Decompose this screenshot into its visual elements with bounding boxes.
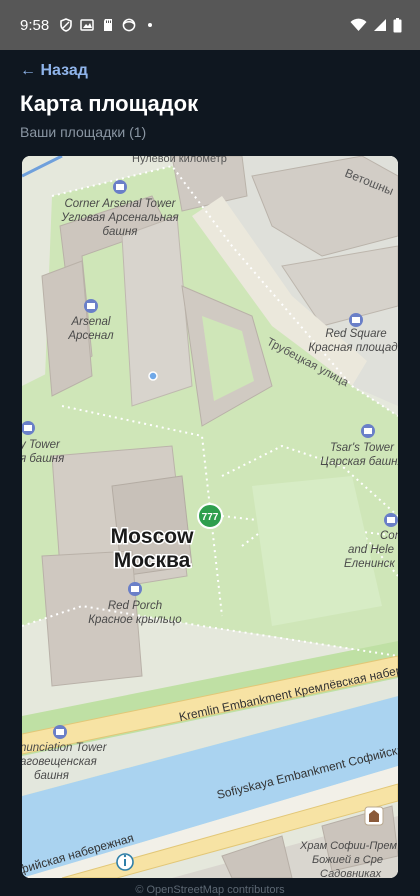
location-dot	[148, 371, 158, 381]
map-label-arsenal-ru: Арсенал	[67, 330, 114, 342]
camera-icon-annunciation[interactable]	[53, 725, 67, 739]
camera-icon-red-square[interactable]	[349, 313, 363, 327]
map-label-arsenal-en: Arsenal	[71, 316, 111, 328]
signal-icon	[374, 19, 386, 31]
shield-icon	[60, 18, 73, 32]
map-label-red-porch-en: Red Porch	[108, 600, 162, 612]
map-label-church-3: Садовниках	[320, 868, 382, 878]
page-subtitle: Ваши площадки (1)	[20, 124, 147, 140]
church-icon[interactable]	[364, 806, 384, 826]
map-label-tower-left-en: y Tower	[22, 439, 61, 451]
map-label-red-square-en: Red Square	[325, 328, 386, 340]
camera-icon-corner-arsenal[interactable]	[113, 180, 127, 194]
map-canvas[interactable]: Нулевой километр Ветошны Corner Arsenal …	[22, 156, 398, 878]
map-label-constantine-2: and Hele	[348, 544, 394, 556]
sd-card-icon	[104, 19, 113, 31]
image-icon	[80, 19, 94, 31]
map-label-corner-arsenal-ru2: башня	[103, 226, 138, 238]
camera-icon-tsars-tower[interactable]	[361, 424, 375, 438]
back-label: ← Назад	[20, 62, 88, 79]
map-label-corner-arsenal-ru1: Угловая Арсенальная	[60, 212, 178, 224]
camera-icon-arsenal[interactable]	[84, 299, 98, 313]
map-label-red-square-ru: Красная площадь	[308, 342, 398, 354]
wifi-icon	[350, 18, 367, 31]
map-label-red-porch-ru: Красное крыльцо	[88, 614, 182, 626]
map-label-nulevoy: Нулевой километр	[132, 156, 227, 165]
venue-marker[interactable]: 777	[197, 503, 223, 529]
camera-icon-constantine[interactable]	[384, 513, 398, 527]
map-label-annunciation-ru2: башня	[34, 770, 69, 782]
map-view[interactable]: Нулевой километр Ветошны Corner Arsenal …	[22, 156, 398, 878]
map-label-moscow-ru: Москва	[114, 549, 191, 572]
status-icons-right	[350, 17, 402, 33]
map-label-church-1: Храм Софии-Прем	[299, 840, 397, 852]
info-icon[interactable]	[116, 853, 134, 871]
map-label-annunciation-en: nunciation Tower	[22, 742, 108, 754]
dot-icon	[148, 23, 153, 27]
back-button[interactable]: ← Назад	[20, 60, 88, 82]
map-label-tsars-tower-ru: Царская башня	[320, 456, 398, 468]
map-label-constantine-3: Еленинск	[344, 558, 395, 570]
map-label-corner-arsenal-en: Corner Arsenal Tower	[64, 198, 176, 210]
map-label-church-2: Божией в Сре	[312, 854, 383, 866]
status-bar: 9:58	[0, 0, 420, 50]
status-time: 9:58	[20, 16, 50, 34]
face-icon	[122, 18, 136, 32]
map-label-constantine-1: Constа	[380, 530, 398, 542]
venue-marker-label: 777	[202, 512, 219, 523]
map-label-moscow-en: Moscow	[111, 525, 195, 548]
page-title: Карта площадок	[20, 91, 199, 116]
battery-icon	[393, 17, 402, 32]
map-attribution[interactable]: © OpenStreetMap contributors	[0, 884, 420, 896]
status-icons-left	[59, 18, 157, 32]
map-label-tower-left-ru: я башня	[22, 453, 64, 465]
map-label-annunciation-ru1: аговещенская	[22, 756, 97, 768]
map-label-tsars-tower-en: Tsar's Tower	[330, 442, 395, 454]
camera-icon-red-porch[interactable]	[128, 582, 142, 596]
